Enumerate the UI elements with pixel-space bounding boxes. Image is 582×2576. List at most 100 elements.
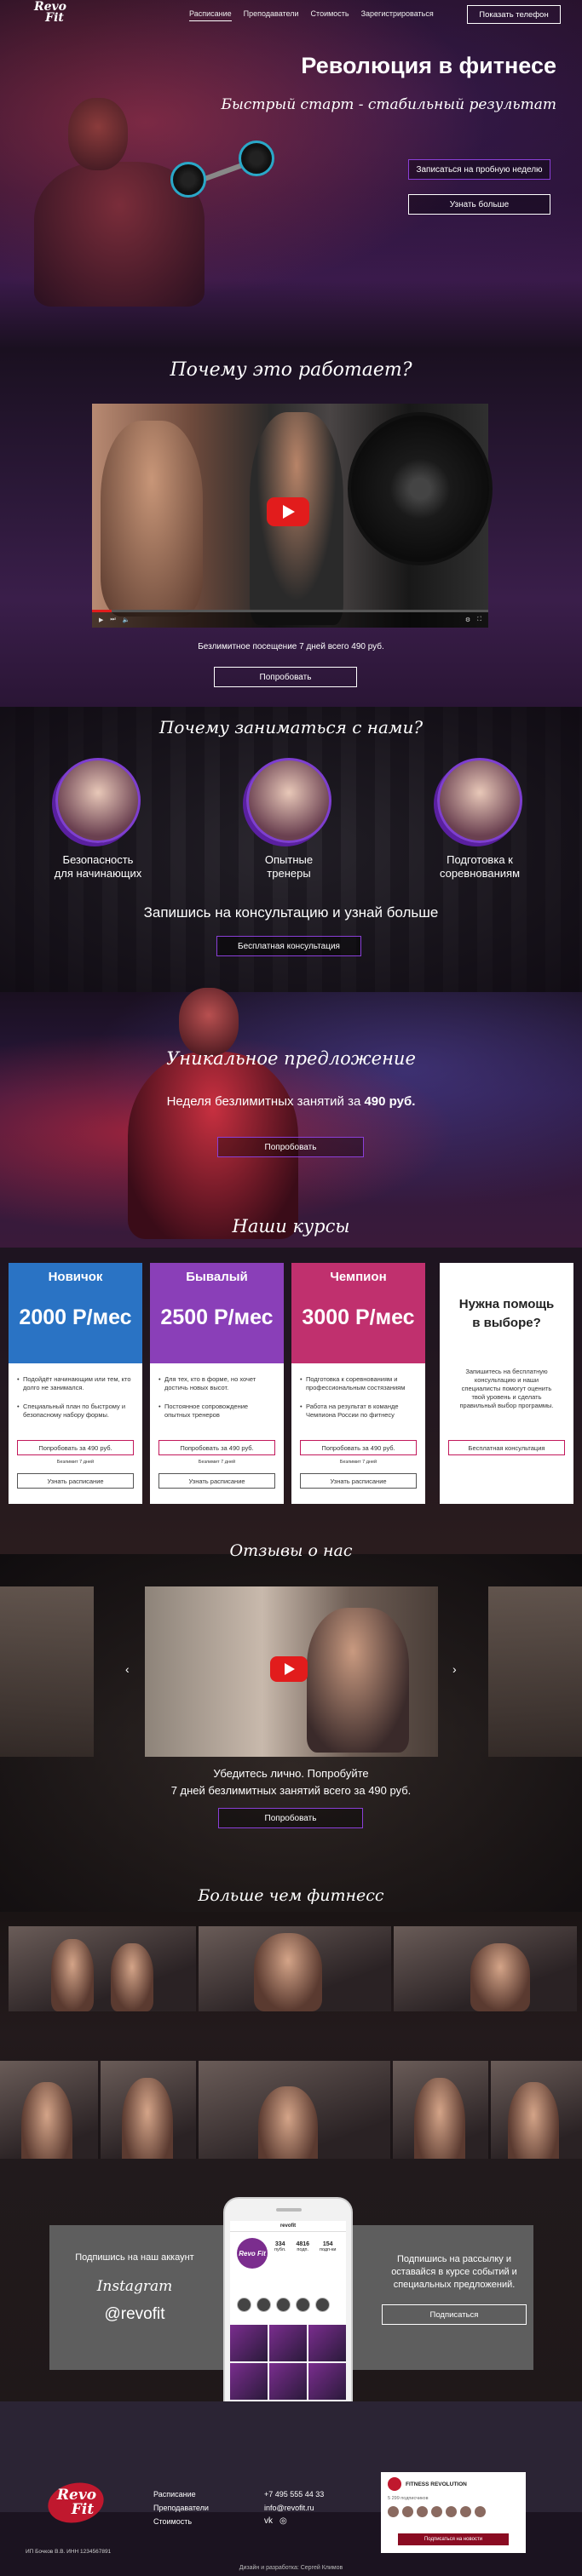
course-card-beginner: Новичок 2000 Р/мес Подойдёт начинающим и… xyxy=(9,1263,142,1504)
vk-icon[interactable]: vk xyxy=(264,2515,273,2528)
footer-credit: Дизайн и разработка: Сергей Климов xyxy=(239,2565,343,2571)
consult-text: Запишись на консультацию и узнай больше xyxy=(143,904,439,921)
play-icon[interactable] xyxy=(270,1656,308,1682)
offer-text: Неделя безлимитных занятий за 490 руб. xyxy=(0,1094,582,1109)
help-title: Нужна помощь xyxy=(458,1297,555,1311)
reviews-cta-line: Убедитесь лично. Попробуйте xyxy=(213,1767,369,1780)
reviews-try-button[interactable]: Попробовать xyxy=(218,1808,363,1828)
newsletter-text: Подпишись на рассылку и оставайся в курс… xyxy=(391,2254,517,2290)
trial-week-button[interactable]: Записаться на пробную неделю xyxy=(408,159,550,180)
review-video[interactable] xyxy=(145,1586,438,1757)
vk-group-avatar xyxy=(388,2477,401,2491)
footer-legal: ИП Бочков В.В. ИНН 1234567891 xyxy=(26,2549,112,2555)
course-feature: Подготовка к соревнованиям и профессиона… xyxy=(300,1375,417,1392)
instagram-icon[interactable]: ◎ xyxy=(279,2515,287,2528)
hero-title: Революция в фитнесе xyxy=(301,53,556,78)
stat-label: подп. xyxy=(297,2247,309,2252)
instagram-handle[interactable]: @revofit xyxy=(49,2305,220,2324)
reason-label: для начинающих xyxy=(54,867,142,880)
review-image-prev[interactable] xyxy=(0,1586,94,1757)
play-icon[interactable] xyxy=(267,497,309,526)
course-name: Новичок xyxy=(48,1270,103,1284)
help-consult-button[interactable]: Бесплатная консультация xyxy=(448,1440,565,1455)
course-price: 3000 Р/мес xyxy=(302,1305,415,1329)
arrow-left-icon[interactable]: ‹ xyxy=(125,1662,130,1676)
course-note: Безлимит 7 дней xyxy=(56,1460,95,1465)
nav-trainers[interactable]: Преподаватели xyxy=(244,9,299,21)
footer-link-pricing[interactable]: Стоимость xyxy=(153,2515,209,2528)
volume-icon[interactable]: 🔈 xyxy=(123,617,130,623)
course-try-button[interactable]: Попробовать за 490 руб. xyxy=(158,1440,275,1455)
show-phone-button[interactable]: Показать телефон xyxy=(467,5,561,24)
video-player[interactable]: ▶ ⏭ 🔈 ⚙ ⛶ xyxy=(92,404,493,628)
learn-more-button[interactable]: Узнать больше xyxy=(408,194,550,215)
nav-schedule[interactable]: Расписание xyxy=(189,9,232,21)
course-card-experienced: Бывалый 2500 Р/мес Для тех, кто в форме,… xyxy=(150,1263,284,1504)
arrow-right-icon[interactable]: › xyxy=(452,1662,457,1676)
why-try-button[interactable]: Попробовать xyxy=(214,667,357,687)
fullscreen-icon[interactable]: ⛶ xyxy=(477,617,481,623)
gallery-photo xyxy=(394,1926,577,2011)
vk-member-avatars xyxy=(381,2501,526,2522)
footer-link-schedule[interactable]: Расписание xyxy=(153,2487,209,2501)
offer-athlete-image xyxy=(111,988,324,1239)
course-feature: Для тех, кто в форме, но хочет достичь н… xyxy=(158,1375,275,1392)
offer-try-button[interactable]: Попробовать xyxy=(217,1137,364,1157)
stat-label: подп-ки xyxy=(320,2247,337,2252)
course-price: 2000 Р/мес xyxy=(19,1305,132,1329)
newsletter-cta: Подпишись на рассылку и оставайся в курс… xyxy=(375,2225,533,2370)
reviews-title: Отзывы о нас xyxy=(229,1541,353,1560)
course-try-button[interactable]: Попробовать за 490 руб. xyxy=(17,1440,134,1455)
vk-subscribe-button[interactable]: Подписаться на новости xyxy=(398,2533,509,2545)
courses-title: Наши курсы xyxy=(232,1216,350,1236)
hero-subtitle: Быстрый старт - стабильный результат xyxy=(221,96,557,113)
stat-num: 154 xyxy=(322,2241,333,2247)
footer-link-trainers[interactable]: Преподаватели xyxy=(153,2501,209,2515)
free-consult-button[interactable]: Бесплатная консультация xyxy=(216,936,361,956)
logo-text-bottom: Fit xyxy=(45,11,64,25)
video-woman-image xyxy=(101,421,203,617)
review-image-next[interactable] xyxy=(488,1586,582,1757)
reason-trainers: Опытные тренеры xyxy=(238,758,340,881)
footer-social: vk ◎ xyxy=(264,2515,324,2528)
course-schedule-button[interactable]: Узнать расписание xyxy=(300,1473,417,1489)
play-small-icon[interactable]: ▶ xyxy=(99,617,103,623)
help-description: Запишитесь на бесплатную консультацию и … xyxy=(459,1368,554,1409)
subscribe-button[interactable]: Подписаться xyxy=(382,2304,527,2325)
reviews-cta-text: Убедитесь лично. Попробуйте 7 дней безли… xyxy=(0,1765,582,1799)
course-name: Чемпион xyxy=(330,1270,387,1284)
nav-pricing[interactable]: Стоимость xyxy=(311,9,349,21)
course-note: Безлимит 7 дней xyxy=(339,1460,377,1465)
course-schedule-button[interactable]: Узнать расписание xyxy=(158,1473,275,1489)
help-title: в выборе? xyxy=(472,1316,541,1330)
settings-icon[interactable]: ⚙ xyxy=(465,617,470,623)
course-try-button[interactable]: Попробовать за 490 руб. xyxy=(300,1440,417,1455)
next-icon[interactable]: ⏭ xyxy=(110,617,115,623)
course-feature: Специальный план по быстрому и безопасно… xyxy=(17,1403,134,1420)
reason-competition: Подготовка к соревнованиям xyxy=(429,758,531,881)
offer-title: Уникальное предложение xyxy=(166,1048,416,1069)
course-name: Бывалый xyxy=(186,1270,248,1284)
stat-num: 4816 xyxy=(296,2241,310,2247)
vk-group-name[interactable]: FITNESS REVOLUTION xyxy=(406,2481,467,2487)
phone-stats: 334 публ. 4816 подп. 154 подп-ки xyxy=(274,2241,336,2252)
offer-text-main: Неделя безлимитных занятий за xyxy=(166,1094,365,1109)
footer-email[interactable]: info@revofit.ru xyxy=(264,2501,324,2515)
stat-num: 334 xyxy=(274,2241,285,2247)
reason-competition-image xyxy=(437,758,522,843)
review-woman-image xyxy=(307,1608,409,1753)
footer-links: Расписание Преподаватели Стоимость xyxy=(153,2487,209,2528)
nav-register[interactable]: Зарегистрироваться xyxy=(361,9,434,21)
instagram-cta: Подпишись на наш аккаунт Instagram @revo… xyxy=(49,2225,220,2370)
footer-phone[interactable]: +7 495 555 44 33 xyxy=(264,2487,324,2501)
reason-label: Безопасность xyxy=(62,853,134,866)
course-card-help: Нужна помощь в выборе? Запишитесь на бесп… xyxy=(440,1263,573,1504)
why-title: Почему это работает? xyxy=(170,359,412,381)
footer-contacts: +7 495 555 44 33 info@revofit.ru vk ◎ xyxy=(264,2487,324,2528)
course-price: 2500 Р/мес xyxy=(160,1305,274,1329)
course-schedule-button[interactable]: Узнать расписание xyxy=(17,1473,134,1489)
instagram-cta-text: Подпишись на наш аккаунт xyxy=(75,2252,194,2263)
phone-avatar: Revo Fit xyxy=(237,2238,268,2269)
logo[interactable]: Revo Fit xyxy=(22,0,75,38)
footer-logo[interactable]: Revo Fit xyxy=(43,2477,111,2529)
